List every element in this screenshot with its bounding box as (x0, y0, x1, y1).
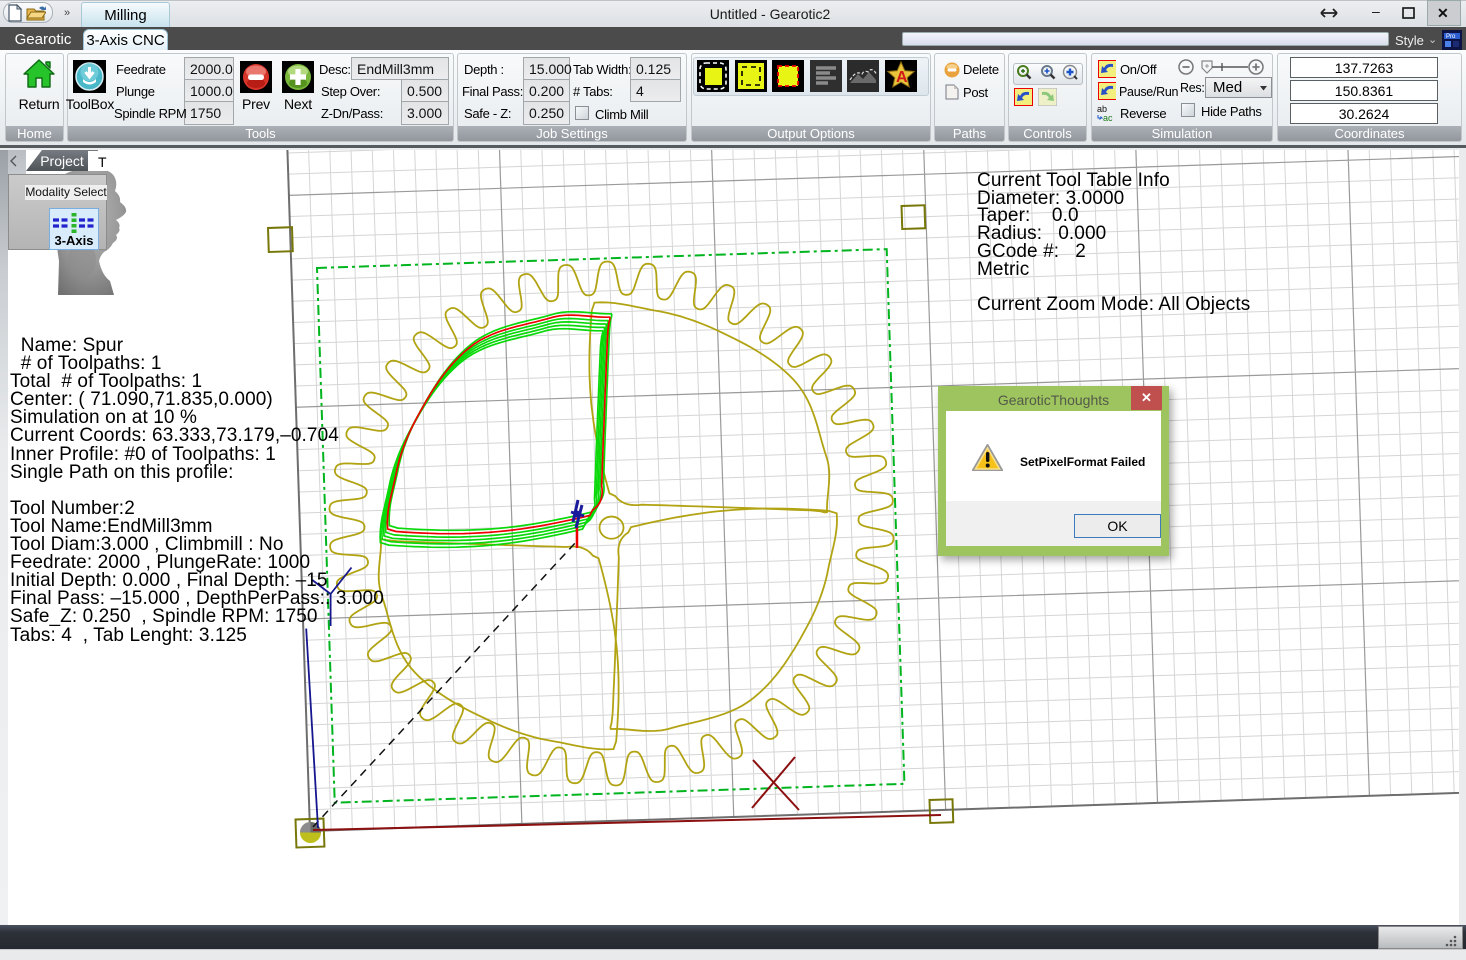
svg-text:Pro: Pro (1446, 34, 1456, 40)
svg-text:ac: ac (1103, 113, 1113, 122)
svg-text:A: A (896, 69, 908, 86)
